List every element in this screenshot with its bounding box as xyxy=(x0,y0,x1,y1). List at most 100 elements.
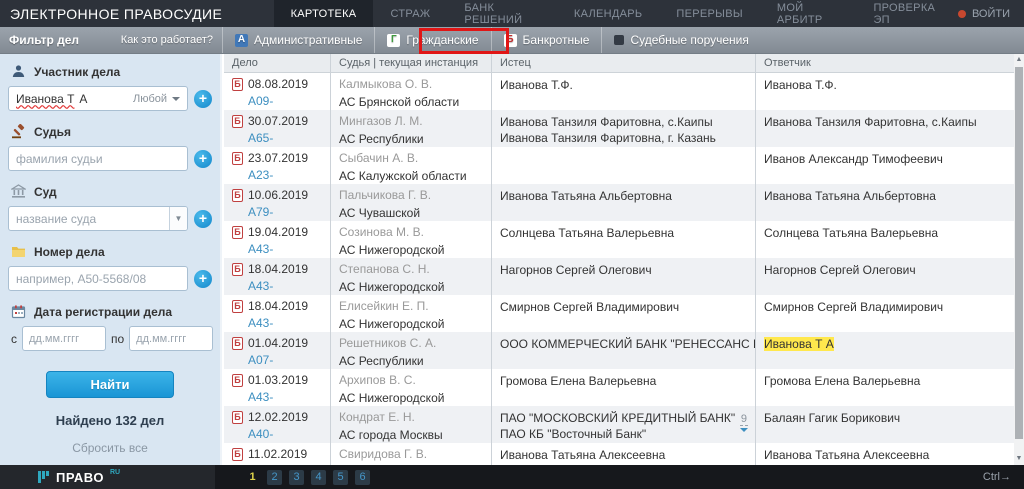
add-participant-button[interactable]: + xyxy=(194,90,212,108)
case-cell: Б19.04.2019А43-16638/2019 xyxy=(224,221,330,258)
table-row[interactable]: Б10.06.2019А79-6571/2019Пальчикова Г. В.… xyxy=(224,184,1014,221)
add-judge-button[interactable]: + xyxy=(194,150,212,168)
scroll-up-arrow-icon[interactable]: ▲ xyxy=(1014,54,1024,66)
table-row[interactable]: Б11.02.2019А45-4130/2019Свиридова Г. В.А… xyxy=(224,443,1014,465)
case-date: 30.07.2019 xyxy=(248,114,308,128)
court-name: АС Чувашской Республики xyxy=(339,206,483,221)
page-4[interactable]: 4 xyxy=(311,470,326,485)
expand-caret-icon xyxy=(740,428,748,432)
table-row[interactable]: Б01.04.2019А07-10026/2019Решетников С. А… xyxy=(224,332,1014,369)
page-5[interactable]: 5 xyxy=(333,470,348,485)
defendant-cell: Иванова Танзиля Фаритовна, с.Каипы xyxy=(755,110,1014,147)
filter-bar-left: Фильтр дел Как это работает? xyxy=(0,27,222,53)
case-cell: Б12.02.2019 А40-32986/2019 xyxy=(224,406,330,443)
case-cell: Б08.08.2019 А09-8232/2019 xyxy=(224,73,330,110)
table-row[interactable]: Б23.07.2019А23-5942/2019Сыбачин А. В.АС … xyxy=(224,147,1014,184)
nav-item-pereryvy[interactable]: ПЕРЕРЫВЫ xyxy=(659,0,759,27)
table-scrollbar[interactable]: ▲ ▼ xyxy=(1014,54,1024,465)
tab-grazhdanskie[interactable]: ГГражданские xyxy=(374,27,490,53)
table-row[interactable]: Б18.04.2019А43-16430/2019 Елисейкин Е. П.… xyxy=(224,295,1014,332)
table-row[interactable]: Б08.08.2019 А09-8232/2019 Калмыкова О. В.А… xyxy=(224,73,1014,110)
court-name: АС города Москвы xyxy=(339,428,483,442)
case-cell: Б18.04.2019А43-16430/2019 xyxy=(224,295,330,332)
login-button[interactable]: ВОЙТИ xyxy=(958,0,1024,27)
case-date: 11.02.2019 xyxy=(248,447,307,461)
judge-name: Елисейкин Е. П. xyxy=(339,299,483,313)
reset-all-link[interactable]: Сбросить все xyxy=(8,441,212,455)
case-number-link[interactable]: А09-8232/2019 xyxy=(248,94,322,110)
case-date-line: Б12.02.2019 xyxy=(232,410,322,424)
court-row: ▼ + xyxy=(8,206,212,231)
case-number-link[interactable]: А65-22737/2019 xyxy=(248,131,322,147)
table-row[interactable]: Б19.04.2019А43-16638/2019Созинова М. В.А… xyxy=(224,221,1014,258)
tab-administrativnye[interactable]: ААдминистративные xyxy=(222,27,374,53)
judge-input[interactable] xyxy=(8,146,188,171)
reg-date-row: с по xyxy=(8,326,212,351)
case-number-link[interactable]: А43-8900/2019 xyxy=(248,390,322,406)
defendant-name: Иванова Танзиля Фаритовна, с.Каипы xyxy=(764,114,1006,130)
case-number-link[interactable]: А23-5942/2019 xyxy=(248,168,322,184)
case-number-link[interactable]: А43-16534/2019 xyxy=(248,279,322,295)
case-date-line: Б08.08.2019 xyxy=(232,77,322,91)
judge-cell: Калмыкова О. В.АС Брянской области xyxy=(330,73,491,110)
found-count-text: Найдено 132 дел xyxy=(8,413,212,428)
case-number-input[interactable] xyxy=(8,266,188,291)
defendant-name: Громова Елена Валерьевна xyxy=(764,373,1006,389)
add-case-number-button[interactable]: + xyxy=(194,270,212,288)
plaintiff-cell: ООО КОММЕРЧЕСКИЙ БАНК "РЕНЕССАНС КРЕДИТ" xyxy=(491,332,755,369)
search-button[interactable]: Найти xyxy=(46,371,174,398)
defendant-name: Иванова Т.Ф. xyxy=(764,77,1006,93)
defendant-cell: Иванов Александр Тимофеевич xyxy=(755,147,1014,184)
plaintiff-cell: ПАО "МОСКОВСКИЙ КРЕДИТНЫЙ БАНК"ПАО КБ "В… xyxy=(491,406,755,443)
bankruptcy-case-icon: Б xyxy=(232,263,243,276)
more-parties-count: 9 xyxy=(740,413,748,426)
case-cell: Б18.04.2019А43-16534/2019 xyxy=(224,258,330,295)
page-1[interactable]: 1 xyxy=(245,470,260,485)
court-input[interactable] xyxy=(8,206,188,231)
how-it-works-link[interactable]: Как это работает? xyxy=(121,34,213,46)
plaintiff-name: Громова Елена Валерьевна xyxy=(500,373,747,389)
page-6[interactable]: 6 xyxy=(355,470,370,485)
defendant-cell: Иванова Т А xyxy=(755,332,1014,369)
table-row[interactable]: Б18.04.2019А43-16534/2019Степанова С. Н.… xyxy=(224,258,1014,295)
bankruptcy-case-icon: Б xyxy=(232,226,243,239)
bankruptcy-case-icon: Б xyxy=(232,448,243,461)
nav-item-kalendar[interactable]: КАЛЕНДАРЬ xyxy=(557,0,660,27)
date-from-input[interactable] xyxy=(22,326,106,351)
date-to-input[interactable] xyxy=(129,326,213,351)
table-row[interactable]: Б01.03.2019А43-8900/2019Архипов В. С.АС … xyxy=(224,369,1014,406)
footer-logo-block[interactable]: ПРАВО RU xyxy=(0,465,215,489)
page-2[interactable]: 2 xyxy=(267,470,282,485)
case-number-link[interactable]: А40-32986/2019 xyxy=(248,427,322,443)
case-cell: Б23.07.2019А23-5942/2019 xyxy=(224,147,330,184)
scrollbar-thumb[interactable] xyxy=(1015,67,1023,439)
nav-item-kartoteka[interactable]: КАРТОТЕКА xyxy=(274,0,374,27)
bankruptcy-case-icon: Б xyxy=(232,337,243,350)
nav-item-proverka-ep[interactable]: ПРОВЕРКА ЭП xyxy=(856,0,957,27)
participant-input[interactable]: Иванова Т А Любой xyxy=(8,86,188,111)
tab-bankrotnye[interactable]: ББанкротные xyxy=(491,27,602,53)
scroll-down-arrow-icon[interactable]: ▼ xyxy=(1014,453,1024,465)
tab-sudebnye-porucheniya[interactable]: Судебные поручения xyxy=(601,27,760,53)
more-parties-expander[interactable]: 9 xyxy=(740,411,748,432)
participant-role-dropdown[interactable]: Любой xyxy=(133,93,180,105)
case-number-link[interactable]: А07-10026/2019 xyxy=(248,353,322,369)
tab-label-sudebnye-porucheniya: Судебные поручения xyxy=(630,33,748,47)
page-3[interactable]: 3 xyxy=(289,470,304,485)
judge-cell: Кондрат Е. Н.АС города Москвы xyxy=(330,406,491,443)
nav-item-strazh[interactable]: СТРАЖ xyxy=(373,0,447,27)
plaintiff-name: Нагорнов Сергей Олегович xyxy=(500,262,747,278)
court-dropdown-arrow[interactable]: ▼ xyxy=(169,207,187,230)
bankruptcy-case-icon: Б xyxy=(232,374,243,387)
table-row[interactable]: Б12.02.2019 А40-32986/2019 Кондрат Е. Н.АС… xyxy=(224,406,1014,443)
table-row[interactable]: Б30.07.2019А65-22737/2019Мингазов Л. М.А… xyxy=(224,110,1014,147)
add-court-button[interactable]: + xyxy=(194,210,212,228)
case-number-link[interactable]: А43-16638/2019 xyxy=(248,242,322,258)
defendant-cell: Иванова Татьяна Альбертовна xyxy=(755,184,1014,221)
nav-item-bank-resheniy[interactable]: БАНК РЕШЕНИЙ xyxy=(447,0,557,27)
court-combo: ▼ xyxy=(8,206,188,231)
nav-item-moy-arbitr[interactable]: МОЙ АРБИТР xyxy=(760,0,857,27)
case-number-link[interactable]: А43-16430/2019 xyxy=(248,316,322,332)
case-number-link[interactable]: А79-6571/2019 xyxy=(248,205,322,221)
col-header-defendant: Ответчик xyxy=(755,54,1014,72)
